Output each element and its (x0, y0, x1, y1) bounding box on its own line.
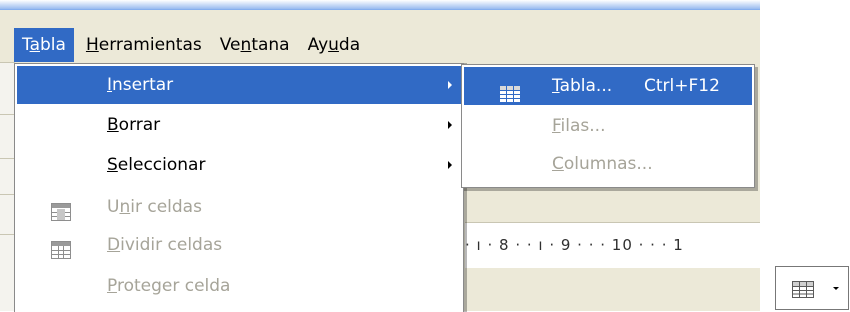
submenu-item-filas[interactable]: Filas... (464, 107, 752, 145)
menu-ventana[interactable]: Ventana (212, 28, 298, 62)
menu-item-seleccionar[interactable]: Seleccionar (17, 146, 461, 184)
submenu-item-tabla[interactable]: Tabla... Ctrl+F12 (464, 67, 752, 105)
document-edge (0, 62, 15, 311)
submenu-arrow-icon (448, 81, 452, 89)
shortcut-label: Ctrl+F12 (644, 76, 720, 96)
menu-item-dividir-celdas[interactable]: Dividir celdas (17, 226, 461, 264)
ruler-text: · ı · 8 · · ı · 9 · · · 10 · · · 1 (465, 236, 684, 254)
menu-bar: Tabla Herramientas Ventana Ayuda (14, 27, 370, 63)
window-top-edge (0, 0, 760, 10)
submenu-item-columnas[interactable]: Columnas... (464, 145, 752, 183)
menu-item-insertar[interactable]: Insertar (17, 66, 461, 104)
insert-table-toolbar-button[interactable] (775, 266, 849, 310)
menu-item-proteger-celda[interactable]: Proteger celda (17, 267, 461, 305)
menu-item-unir-celdas[interactable]: Unir celdas (17, 188, 461, 226)
menu-tabla[interactable]: Tabla (14, 28, 74, 62)
submenu-arrow-icon (448, 161, 452, 169)
tabla-dropdown-menu: Insertar Borrar Seleccionar Unir celdas (14, 63, 464, 312)
menu-item-borrar[interactable]: Borrar (17, 106, 461, 144)
menu-herramientas[interactable]: Herramientas (78, 28, 210, 62)
insertar-submenu: Tabla... Ctrl+F12 Filas... Columnas... (461, 64, 755, 188)
horizontal-ruler[interactable]: · ı · 8 · · ı · 9 · · · 10 · · · 1 (465, 222, 760, 268)
table-icon (792, 281, 814, 303)
menu-ayuda[interactable]: Ayuda (300, 28, 369, 62)
dropdown-arrow-icon[interactable] (833, 287, 839, 290)
submenu-arrow-icon (448, 121, 452, 129)
